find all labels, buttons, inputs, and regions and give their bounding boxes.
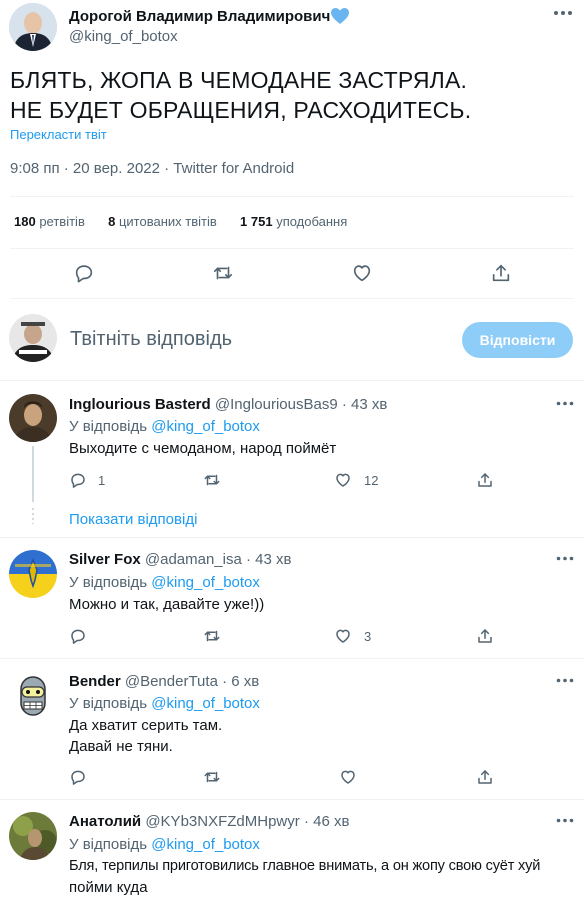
likes-label: уподобання [276,214,348,229]
retweet-icon[interactable] [212,262,234,284]
more-options-icon[interactable] [553,10,573,16]
reply-icon[interactable] [69,768,87,786]
share-icon[interactable] [490,262,512,284]
like-icon[interactable] [334,627,352,645]
reply-context-mention[interactable]: @king_of_botox [151,836,260,853]
tweet-text-line-2: НЕ БУДЕТ ОБРАЩЕНИЯ, РАСХОДИТЕСЬ. [10,97,472,123]
reply-button-label: Відповісти [479,332,556,348]
share-icon[interactable] [476,627,494,645]
reply-button[interactable]: Відповісти [462,322,573,358]
reply-avatar[interactable] [9,812,57,860]
likes-stat[interactable]: 1 751 уподобання [240,214,347,229]
retweets-stat[interactable]: 180 ретвітів [14,214,85,229]
reply-context: У відповідь @king_of_botox [69,418,260,435]
reply-icon[interactable] [73,262,95,284]
show-replies-link[interactable]: Показати відповіді [69,511,197,528]
divider [0,537,584,538]
reply-avatar[interactable] [9,394,57,442]
thread-line [32,446,34,502]
divider [10,298,574,299]
reply-context: У відповідь @king_of_botox [69,836,260,853]
translate-tweet-link[interactable]: Перекласти твіт [10,127,107,142]
reply-text-line-2: пойми куда [69,879,148,896]
reply-text-line-1: Бля, терпилы приготовились главное внима… [69,858,541,874]
divider [0,799,584,800]
reply-time[interactable]: · 43 хв [342,396,387,413]
tweet-text-line-1: БЛЯТЬ, ЖОПА В ЧЕМОДАНЕ ЗАСТРЯЛА. [10,67,468,93]
reply-author-handle[interactable]: @adaman_isa [145,551,242,568]
reply-time[interactable]: · 46 хв [304,813,349,830]
reply-context-prefix: У відповідь [69,574,148,591]
reply-icon[interactable] [69,471,87,489]
more-options-icon[interactable] [556,818,574,823]
divider [10,248,574,249]
reply-header: Анатолий @KYb3NXFZdMHpwyr · 46 хв [69,813,349,830]
reply-context-prefix: У відповідь [69,836,148,853]
retweet-icon[interactable] [203,627,221,645]
reply-text: Выходите с чемоданом, народ поймёт [69,440,337,457]
reply-context-mention[interactable]: @king_of_botox [151,418,260,435]
reply-author-handle[interactable]: @BenderTuta [125,673,218,690]
retweet-icon[interactable] [203,471,221,489]
divider [0,658,584,659]
reply-header: Bender @BenderTuta · 6 хв [69,673,259,690]
reply-time[interactable]: · 6 хв [222,673,259,690]
divider [0,380,584,381]
tweet-stats: 180 ретвітів 8 цитованих твітів 1 751 уп… [14,214,347,229]
more-options-icon[interactable] [556,556,574,561]
reply-author-handle[interactable]: @KYb3NXFZdMHpwyr [145,813,299,830]
reply-context-mention[interactable]: @king_of_botox [151,695,260,712]
share-icon[interactable] [476,768,494,786]
reply-author-name[interactable]: Анатолий [69,813,141,830]
reply-count: 1 [98,473,106,488]
reply-text-line-2: Давай не тяни. [69,738,173,755]
quotes-label: цитованих твітів [118,214,217,229]
retweets-count: 180 [14,214,36,229]
like-icon[interactable] [351,262,373,284]
quotes-stat[interactable]: 8 цитованих твітів [108,214,217,229]
reply-header: Silver Fox @adaman_isa · 43 хв [69,551,291,568]
author-handle[interactable]: @king_of_botox [69,28,178,45]
reply-text-line-1: Да хватит серить там. [69,717,223,734]
like-count: 3 [364,629,372,644]
share-icon[interactable] [476,471,494,489]
like-count: 12 [364,473,379,488]
reply-text: Можно и так, давайте уже!)) [69,596,265,613]
like-icon[interactable] [339,768,357,786]
verified-heart-icon [330,7,350,25]
current-user-avatar[interactable] [9,314,57,362]
retweets-label: ретвітів [39,214,85,229]
more-options-icon[interactable] [556,401,574,406]
divider [10,196,574,197]
author-avatar[interactable] [9,3,57,51]
reply-context: У відповідь @king_of_botox [69,574,260,591]
reply-author-handle[interactable]: @InglouriousBas9 [215,396,338,413]
reply-avatar[interactable] [9,671,57,719]
quotes-count: 8 [108,214,116,229]
more-options-icon[interactable] [556,678,574,683]
tweet-timestamp[interactable]: 9:08 пп · 20 вер. 2022 · Twitter for And… [10,160,294,177]
likes-count: 1 751 [240,214,273,229]
reply-context: У відповідь @king_of_botox [69,695,260,712]
reply-author-name[interactable]: Silver Fox [69,551,141,568]
reply-context-prefix: У відповідь [69,418,148,435]
reply-context-prefix: У відповідь [69,695,148,712]
like-icon[interactable] [334,471,352,489]
reply-author-name[interactable]: Bender [69,673,121,690]
reply-icon[interactable] [69,627,87,645]
author-name[interactable]: Дорогой Владимир Владимирович [69,8,330,25]
reply-time[interactable]: · 43 хв [246,551,291,568]
reply-context-mention[interactable]: @king_of_botox [151,574,260,591]
reply-composer-input[interactable]: Твітніть відповідь [70,328,232,351]
reply-header: Inglourious Basterd @InglouriousBas9 · 4… [69,396,387,413]
reply-avatar[interactable] [9,550,57,598]
retweet-icon[interactable] [203,768,221,786]
thread-dots [32,508,34,524]
reply-author-name[interactable]: Inglourious Basterd [69,396,211,413]
